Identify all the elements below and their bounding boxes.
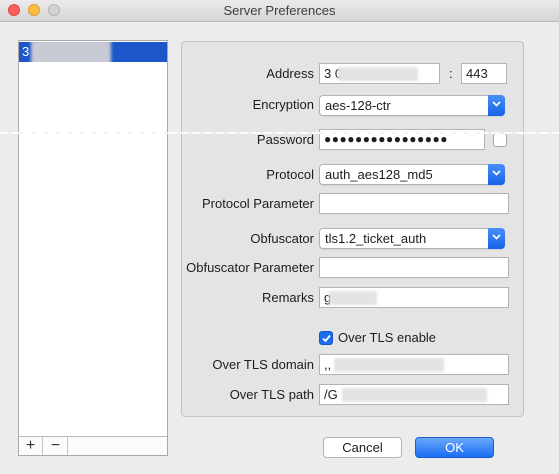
protocol-parameter-label: Protocol Parameter	[202, 196, 314, 211]
over-tls-path-value: /G	[324, 387, 338, 402]
password-label: Password	[256, 132, 314, 147]
encryption-label: Encryption	[252, 97, 314, 112]
obfuscator-select[interactable]: tls1.2_ticket_auth	[319, 228, 505, 249]
over-tls-domain-label: Over TLS domain	[212, 357, 314, 372]
over-tls-path-field[interactable]: /G	[319, 384, 509, 405]
over-tls-domain-field[interactable]: ,,	[319, 354, 509, 375]
encryption-select[interactable]: aes-128-ctr	[319, 95, 505, 116]
chevron-down-icon	[488, 228, 505, 249]
chevron-down-icon	[488, 164, 505, 185]
protocol-select[interactable]: auth_aes128_md5	[319, 164, 505, 185]
server-preferences-window: Server Preferences 3 0 + − Address 3 0 :…	[0, 0, 559, 474]
address-port-separator: :	[449, 66, 453, 81]
cancel-button[interactable]: Cancel	[323, 437, 402, 458]
obfuscator-value: tls1.2_ticket_auth	[325, 231, 427, 246]
screen-artifact-line	[0, 132, 559, 134]
address-port-field[interactable]: 443	[461, 63, 507, 84]
redacted-mask	[338, 67, 418, 81]
ok-button[interactable]: OK	[415, 437, 494, 458]
over-tls-path-label: Over TLS path	[229, 387, 314, 402]
server-list-item[interactable]: 3 0	[19, 42, 167, 62]
obfuscator-parameter-field[interactable]	[319, 257, 509, 278]
over-tls-enable-label: Over TLS enable	[338, 330, 437, 345]
encryption-value: aes-128-ctr	[325, 98, 391, 113]
over-tls-enable-checkbox[interactable]	[319, 331, 333, 345]
obfuscator-parameter-label: Obfuscator Parameter	[186, 260, 314, 275]
protocol-value: auth_aes128_md5	[325, 167, 433, 182]
address-label: Address	[266, 66, 314, 81]
over-tls-domain-value: ,,	[324, 357, 332, 372]
address-host-field[interactable]: 3 0	[319, 63, 440, 84]
show-password-checkbox[interactable]	[493, 133, 507, 147]
obfuscator-label: Obfuscator	[250, 231, 314, 246]
protocol-label: Protocol	[266, 167, 314, 182]
redacted-mask	[31, 42, 111, 62]
remarks-field[interactable]: g ot	[319, 287, 509, 308]
server-list-toolbar: + −	[19, 436, 167, 455]
window-title: Server Preferences	[223, 3, 336, 18]
redacted-mask	[342, 388, 487, 402]
add-server-button[interactable]: +	[19, 437, 43, 455]
redacted-mask	[329, 291, 377, 305]
remarks-label: Remarks	[261, 290, 314, 305]
remove-server-button[interactable]: −	[44, 437, 68, 455]
redacted-mask	[334, 358, 444, 372]
title-bar: Server Preferences	[0, 0, 559, 22]
server-list[interactable]: 3 0 + −	[18, 40, 168, 456]
chevron-down-icon	[488, 95, 505, 116]
protocol-parameter-field[interactable]	[319, 193, 509, 214]
